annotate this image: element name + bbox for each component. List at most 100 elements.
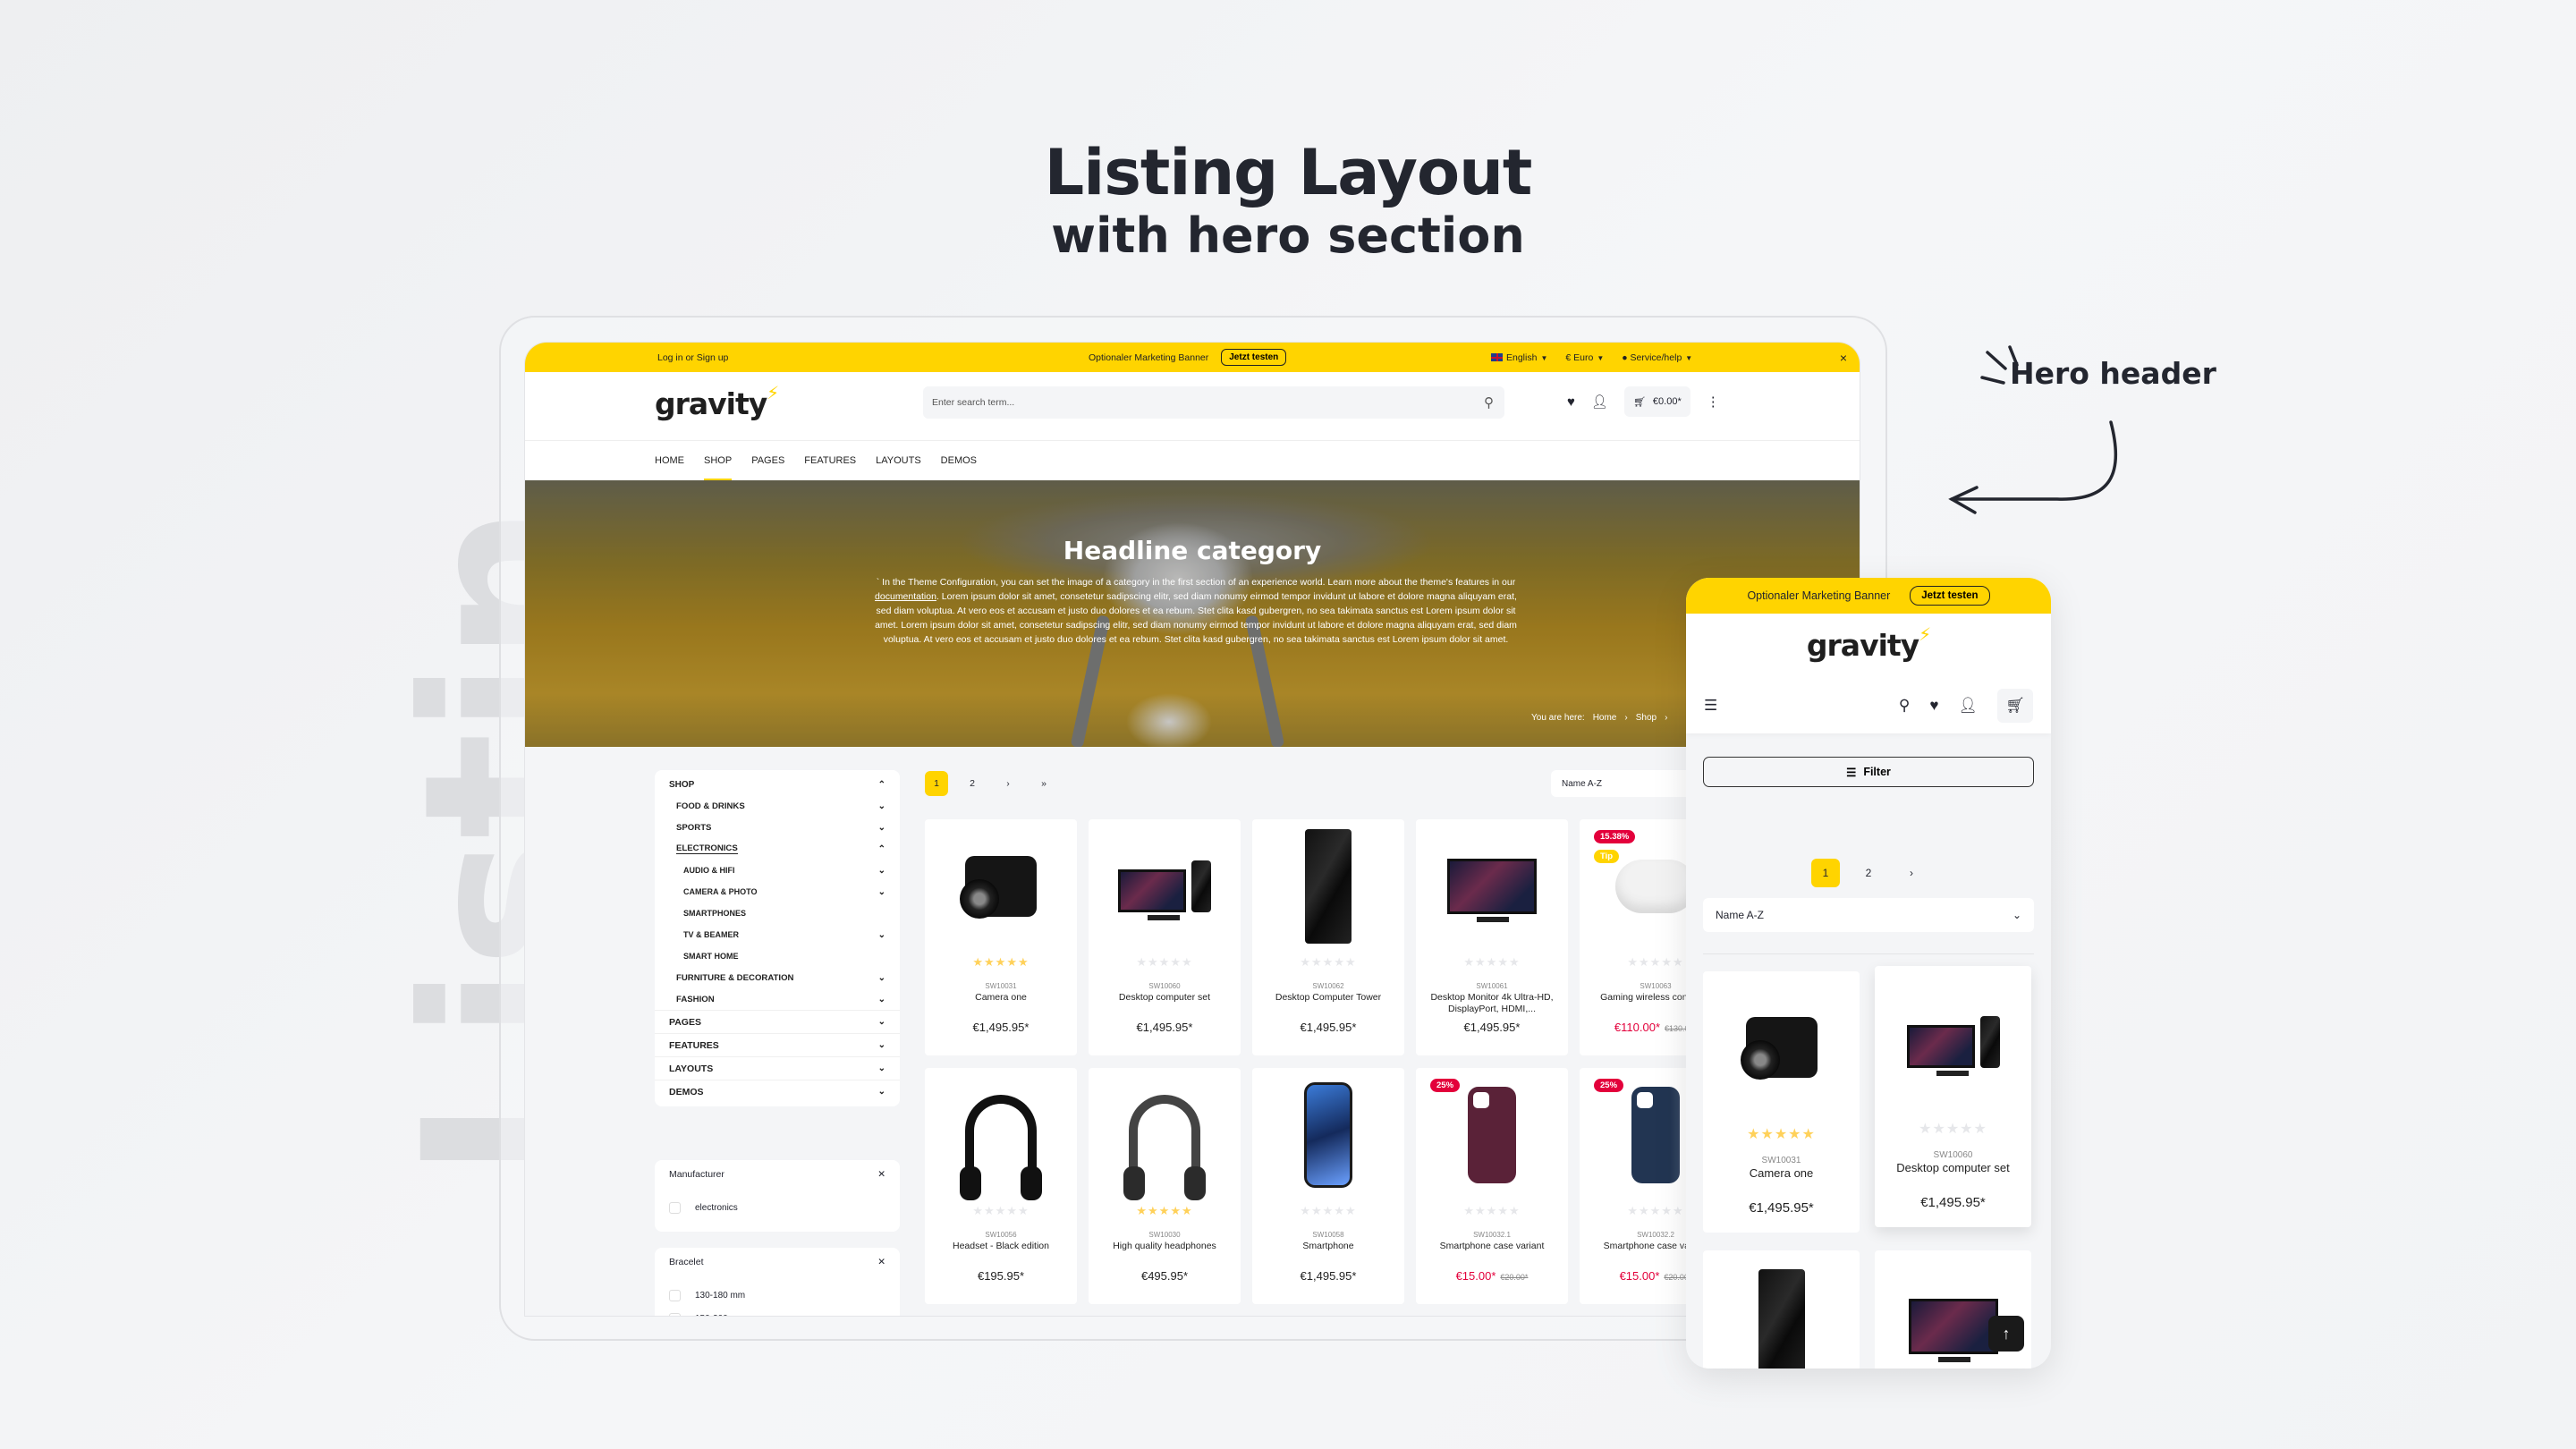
close-icon[interactable]: × bbox=[1840, 351, 1847, 365]
breadcrumb-home[interactable]: Home bbox=[1593, 713, 1617, 723]
product-image[interactable] bbox=[1416, 819, 1568, 953]
chevron-up-icon[interactable]: ⌃ bbox=[878, 844, 886, 854]
category-item[interactable]: FURNITURE & DECORATION ⌄ bbox=[655, 967, 900, 988]
chevron-down-icon[interactable]: ⌄ bbox=[878, 823, 886, 833]
chevron-down-icon[interactable]: ⌄ bbox=[878, 887, 886, 897]
chevron-right-icon[interactable]: › bbox=[996, 771, 1020, 796]
product-card[interactable]: ★★★★★ SW10058 Smartphone €1,495.95* bbox=[1252, 1068, 1404, 1304]
page-2[interactable]: 2 bbox=[1854, 859, 1883, 887]
category-item[interactable]: AUDIO & HIFI ⌄ bbox=[655, 860, 900, 881]
mobile-cta-button[interactable]: Jetzt testen bbox=[1910, 586, 1990, 606]
product-image[interactable] bbox=[1703, 971, 1860, 1123]
product-card[interactable] bbox=[1703, 1250, 1860, 1368]
language-switcher[interactable]: English ▼ bbox=[1491, 352, 1547, 363]
category-item[interactable]: SMART HOME bbox=[655, 945, 900, 967]
category-item[interactable]: TV & BEAMER ⌄ bbox=[655, 924, 900, 945]
product-card[interactable]: ★★★★★ SW10031 Camera one €1,495.95* bbox=[1703, 971, 1860, 1233]
chevron-down-icon[interactable]: ⌄ bbox=[878, 801, 886, 811]
product-image[interactable] bbox=[925, 1068, 1077, 1202]
page-2[interactable]: 2 bbox=[961, 771, 984, 796]
nav-item-shop[interactable]: SHOP bbox=[704, 441, 733, 481]
product-name[interactable]: Desktop Computer Tower bbox=[1252, 992, 1404, 1015]
category-item[interactable]: FASHION ⌄ bbox=[655, 988, 900, 1010]
mobile-logo[interactable]: gravity⚡ bbox=[1686, 624, 2051, 663]
category-item[interactable]: FOOD & DRINKS ⌄ bbox=[655, 795, 900, 817]
product-image[interactable] bbox=[1089, 819, 1241, 953]
product-card[interactable]: ★★★★★ SW10030 High quality headphones €495.… bbox=[1089, 1068, 1241, 1304]
nav-item-features[interactable]: FEATURES bbox=[804, 441, 856, 481]
nav-item-demos[interactable]: DEMOS bbox=[941, 441, 977, 481]
product-image[interactable] bbox=[1703, 1250, 1860, 1368]
product-name[interactable]: Headset - Black edition bbox=[925, 1241, 1077, 1264]
wishlist-heart-icon[interactable]: ♥ bbox=[1567, 394, 1575, 410]
product-card[interactable]: ★★★★★ SW10061 Desktop Monitor 4k Ultra-HD,… bbox=[1416, 819, 1568, 1055]
filter-option[interactable]: 150-200 mm bbox=[669, 1307, 886, 1316]
chevron-down-icon[interactable]: ⌄ bbox=[878, 1063, 886, 1073]
checkbox[interactable] bbox=[669, 1289, 681, 1301]
close-icon[interactable]: ✕ bbox=[877, 1169, 886, 1180]
filter-option[interactable]: electronics bbox=[669, 1196, 886, 1219]
double-chevron-right-icon[interactable]: » bbox=[1032, 771, 1055, 796]
chevron-down-icon[interactable]: ⌄ bbox=[878, 866, 886, 876]
search-input[interactable]: Enter search term... ⚲ bbox=[923, 386, 1504, 419]
category-item[interactable]: DEMOS ⌄ bbox=[655, 1080, 900, 1103]
chevron-down-icon[interactable]: ⌄ bbox=[878, 1087, 886, 1097]
product-image[interactable] bbox=[925, 819, 1077, 953]
wishlist-heart-icon[interactable]: ♥ bbox=[1929, 697, 1938, 715]
close-icon[interactable]: ✕ bbox=[877, 1257, 886, 1267]
cart-icon[interactable]: 🛒︎ bbox=[1997, 689, 2033, 723]
login-link[interactable]: Log in or Sign up bbox=[657, 352, 728, 363]
mobile-sort-select[interactable]: Name A-Z ⌄ bbox=[1703, 898, 2034, 932]
filter-button[interactable]: ☰ Filter bbox=[1703, 757, 2034, 787]
breadcrumb-shop[interactable]: Shop bbox=[1636, 713, 1657, 723]
page-1[interactable]: 1 bbox=[925, 771, 948, 796]
filter-header[interactable]: Bracelet ✕ bbox=[669, 1253, 886, 1284]
product-card[interactable]: ★★★★★ SW10031 Camera one €1,495.95* bbox=[925, 819, 1077, 1055]
category-item[interactable]: PAGES ⌄ bbox=[655, 1010, 900, 1033]
nav-item-layouts[interactable]: LAYOUTS bbox=[876, 441, 921, 481]
product-image[interactable] bbox=[1875, 966, 2031, 1118]
account-user-icon[interactable]: 👤︎ bbox=[1591, 394, 1608, 410]
nav-item-home[interactable]: HOME bbox=[655, 441, 684, 481]
chevron-down-icon[interactable]: ⌄ bbox=[878, 1040, 886, 1050]
service-menu[interactable]: ● Service/help ▼ bbox=[1622, 352, 1692, 363]
product-name[interactable]: Desktop Monitor 4k Ultra-HD, DisplayPort… bbox=[1416, 992, 1568, 1015]
hamburger-menu-icon[interactable]: ☰ bbox=[1704, 697, 1717, 715]
account-user-icon[interactable]: 👤︎ bbox=[1958, 697, 1978, 715]
chevron-down-icon[interactable]: ⌄ bbox=[878, 1017, 886, 1027]
search-icon[interactable]: ⚲ bbox=[1484, 394, 1494, 411]
chevron-down-icon[interactable]: ⌄ bbox=[878, 973, 886, 983]
category-item[interactable]: LAYOUTS ⌄ bbox=[655, 1056, 900, 1080]
product-name[interactable]: Camera one bbox=[1703, 1167, 1860, 1179]
scroll-to-top-arrow-icon[interactable]: ↑ bbox=[1988, 1316, 2024, 1352]
currency-switcher[interactable]: € Euro ▼ bbox=[1565, 352, 1604, 363]
nav-item-pages[interactable]: PAGES bbox=[751, 441, 784, 481]
product-name[interactable]: Desktop computer set bbox=[1089, 992, 1241, 1015]
page-1[interactable]: 1 bbox=[1811, 859, 1840, 887]
category-item[interactable]: ELECTRONICS ⌃ bbox=[655, 838, 900, 860]
filter-header[interactable]: Manufacturer ✕ bbox=[669, 1165, 886, 1196]
product-image[interactable] bbox=[1252, 819, 1404, 953]
chevron-right-icon[interactable]: › bbox=[1897, 859, 1926, 887]
chevron-up-icon[interactable]: ⌃ bbox=[878, 780, 886, 790]
cta-button[interactable]: Jetzt testen bbox=[1221, 349, 1287, 366]
category-item[interactable]: FEATURES ⌄ bbox=[655, 1033, 900, 1056]
chevron-down-icon[interactable]: ⌄ bbox=[878, 930, 886, 940]
product-name[interactable]: Desktop computer set bbox=[1875, 1162, 2031, 1174]
logo[interactable]: gravity⚡ bbox=[655, 383, 779, 421]
product-card[interactable]: ★★★★★ SW10056 Headset - Black edition €195.… bbox=[925, 1068, 1077, 1304]
checkbox[interactable] bbox=[669, 1312, 681, 1316]
product-card[interactable]: 25% ★★★★★ SW10032.1 Smartphone case variant… bbox=[1416, 1068, 1568, 1304]
documentation-link[interactable]: documentation bbox=[875, 591, 936, 602]
product-card[interactable]: ★★★★★ SW10060 Desktop computer set €1,495.9… bbox=[1875, 966, 2031, 1227]
product-name[interactable]: Smartphone bbox=[1252, 1241, 1404, 1264]
product-image[interactable] bbox=[1252, 1068, 1404, 1202]
filter-option[interactable]: 130-180 mm bbox=[669, 1284, 886, 1307]
more-vertical-icon[interactable]: ⋮ bbox=[1707, 394, 1720, 410]
category-item[interactable]: CAMERA & PHOTO ⌄ bbox=[655, 881, 900, 902]
chevron-down-icon[interactable]: ⌄ bbox=[878, 995, 886, 1004]
product-card[interactable]: ★★★★★ SW10062 Desktop Computer Tower €1,495… bbox=[1252, 819, 1404, 1055]
product-name[interactable]: High quality headphones bbox=[1089, 1241, 1241, 1264]
category-item[interactable]: SMARTPHONES bbox=[655, 902, 900, 924]
category-item[interactable]: SHOP ⌃ bbox=[655, 774, 900, 795]
